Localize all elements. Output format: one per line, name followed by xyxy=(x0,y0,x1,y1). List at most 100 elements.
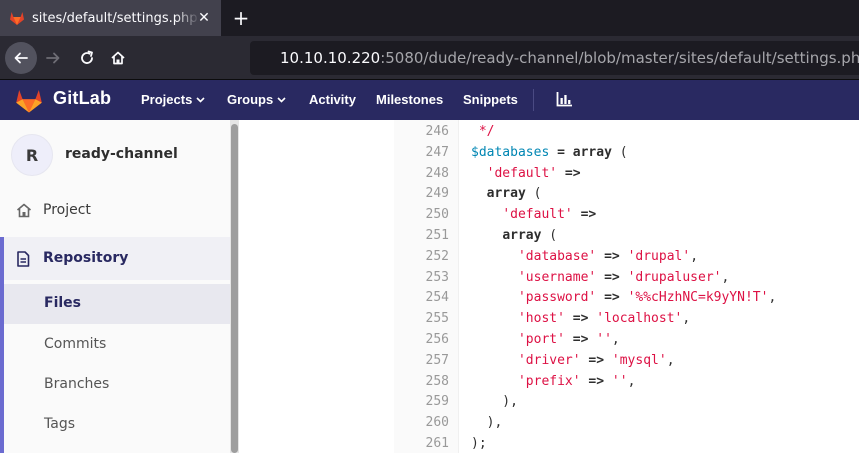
code-line: 249 array ( xyxy=(239,183,859,204)
code-token: array xyxy=(486,186,526,202)
code-token: 'driver' xyxy=(517,352,581,368)
line-number[interactable]: 251 xyxy=(394,225,449,246)
browser-tab[interactable]: sites/default/settings.php ✕ xyxy=(0,0,221,36)
line-number[interactable]: 258 xyxy=(394,371,449,392)
code-token: => xyxy=(596,248,628,264)
code-token: , xyxy=(627,373,636,389)
nav-activity[interactable]: Activity xyxy=(309,92,356,107)
home-button[interactable] xyxy=(102,42,134,74)
sidebar-scrollbar[interactable] xyxy=(230,120,239,453)
line-number[interactable]: 253 xyxy=(394,267,449,288)
sidebar-item-repository-label: Repository xyxy=(43,250,129,266)
code-token: , xyxy=(768,290,777,306)
code-token: $databases xyxy=(471,144,550,160)
sidebar-project-header[interactable]: R ready-channel xyxy=(0,120,230,188)
project-avatar[interactable]: R xyxy=(11,134,53,176)
back-button[interactable] xyxy=(5,42,37,74)
project-name[interactable]: ready-channel xyxy=(65,146,178,162)
sidebar-subitem-branches[interactable]: Branches xyxy=(4,365,230,405)
sidebar-subitem-commits[interactable]: Commits xyxy=(4,325,230,365)
code-viewer: 246 */ 247 $databases = array ( 248 'defaul… xyxy=(239,120,859,453)
tab-close-icon[interactable]: ✕ xyxy=(195,9,213,27)
code-line: 253 'username' => 'drupaluser', xyxy=(239,267,859,288)
code-token: 'mysql' xyxy=(611,352,667,368)
code-text: array ( xyxy=(471,183,542,204)
home-icon xyxy=(111,51,125,65)
forward-button[interactable] xyxy=(37,42,69,74)
code-line: 250 'default' => xyxy=(239,204,859,225)
code-line: 261); xyxy=(239,433,859,453)
line-number[interactable]: 255 xyxy=(394,308,449,329)
arrow-right-icon xyxy=(46,52,60,64)
code-token: array xyxy=(502,228,542,243)
code-token: , xyxy=(682,311,691,327)
code-token: 'port' xyxy=(517,332,565,347)
line-number[interactable]: 248 xyxy=(394,163,449,184)
line-number[interactable]: 257 xyxy=(394,350,449,371)
chevron-down-icon xyxy=(196,97,205,103)
sidebar-scrollbar-thumb[interactable] xyxy=(231,124,238,453)
code-token: , xyxy=(690,248,699,264)
code-token: 'database' xyxy=(517,248,597,264)
code-token: , xyxy=(721,269,730,285)
admin-chart-icon[interactable] xyxy=(556,91,573,107)
sidebar-subitem-files[interactable]: Files xyxy=(4,284,230,324)
code-token: => xyxy=(564,332,597,347)
code-line: 251 array ( xyxy=(239,225,859,246)
nav-groups[interactable]: Groups xyxy=(227,92,286,107)
sidebar-subitem-tags-label: Tags xyxy=(44,416,75,432)
code-text: */ xyxy=(471,121,495,142)
nav-groups-label: Groups xyxy=(227,92,274,107)
sidebar-active-indicator xyxy=(0,237,4,453)
code-token: 'host' xyxy=(517,311,565,327)
gitlab-brand[interactable]: GitLab xyxy=(53,88,111,109)
url-text[interactable]: 10.10.10.220:5080/dude/ready-channel/blo… xyxy=(280,49,859,67)
line-number[interactable]: 254 xyxy=(394,287,449,308)
code-token: ); xyxy=(471,436,487,451)
code-text: $databases = array ( xyxy=(471,142,628,163)
line-number[interactable]: 261 xyxy=(394,433,449,453)
code-token: '' xyxy=(596,332,612,347)
sidebar-subitem-tags[interactable]: Tags xyxy=(4,405,230,445)
reload-button[interactable] xyxy=(71,42,103,74)
code-token: => xyxy=(580,373,612,389)
code-text: ), xyxy=(471,391,518,412)
new-tab-button[interactable]: + xyxy=(230,7,252,29)
nav-snippets[interactable]: Snippets xyxy=(463,92,518,107)
code-text: ); xyxy=(471,433,487,453)
code-text: 'default' => xyxy=(471,163,581,184)
code-token: = xyxy=(549,144,573,160)
sidebar-item-repository[interactable]: Repository xyxy=(0,237,230,280)
line-number[interactable]: 252 xyxy=(394,246,449,267)
code-token: 'default' xyxy=(502,207,573,223)
code-token: => xyxy=(596,290,628,306)
line-number[interactable]: 246 xyxy=(394,121,449,142)
gitlab-header: GitLab Projects Groups Activity Mileston… xyxy=(0,80,859,120)
line-number[interactable]: 259 xyxy=(394,391,449,412)
url-bar[interactable]: 10.10.10.220:5080/dude/ready-channel/blo… xyxy=(250,41,859,75)
line-number[interactable]: 256 xyxy=(394,329,449,350)
sidebar-item-project[interactable]: Project xyxy=(0,191,230,231)
line-number[interactable]: 260 xyxy=(394,412,449,433)
code-token: array xyxy=(572,144,612,160)
sidebar-item-project-label: Project xyxy=(43,202,91,218)
code-text: 'driver' => 'mysql', xyxy=(471,350,675,371)
code-text: 'password' => '%%cHzhNC=k9yYN!T', xyxy=(471,287,776,308)
document-icon xyxy=(17,251,30,267)
line-number[interactable]: 249 xyxy=(394,183,449,204)
code-token: 'password' xyxy=(517,290,597,306)
line-number[interactable]: 250 xyxy=(394,204,449,225)
code-token: => xyxy=(580,352,612,368)
line-number[interactable]: 247 xyxy=(394,142,449,163)
gitlab-logo-icon[interactable] xyxy=(15,88,43,113)
nav-projects[interactable]: Projects xyxy=(141,92,205,107)
code-text: 'prefix' => '', xyxy=(471,371,635,392)
nav-milestones[interactable]: Milestones xyxy=(376,92,443,107)
code-token: '%%cHzhNC=k9yYN!T' xyxy=(627,290,769,306)
code-line: 255 'host' => 'localhost', xyxy=(239,308,859,329)
header-divider xyxy=(533,89,534,111)
code-text: 'default' => xyxy=(471,204,596,225)
